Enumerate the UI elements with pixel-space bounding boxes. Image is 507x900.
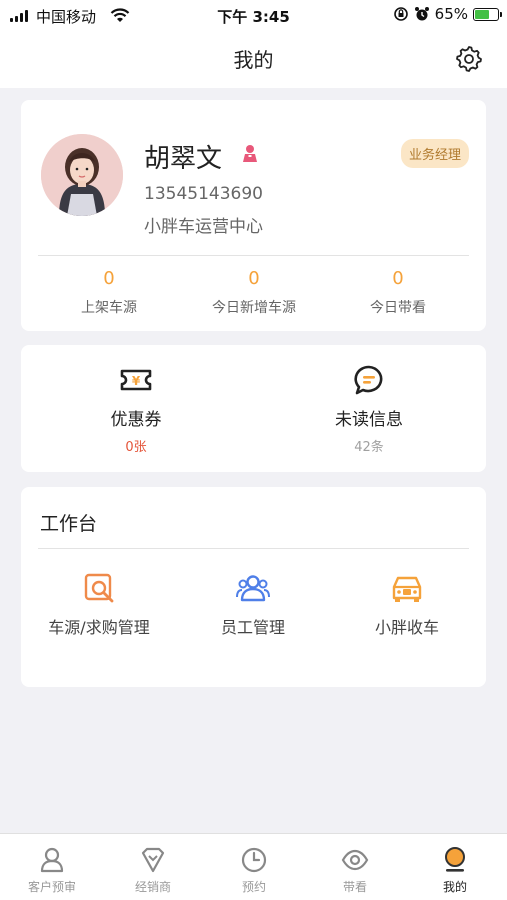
stat-value: 0 [248,268,260,289]
tool-label: 小胖收车 [374,618,439,637]
tab-label: 客户预审 [27,880,76,894]
stat-new-cars-today[interactable]: 0 今日新增车源 [179,268,329,317]
divider [38,255,469,256]
user-name: 胡翠文 [144,144,223,174]
stat-label: 今日带看 [370,300,426,316]
profile-card: 胡翠文 业务经理 13545143690 小胖车运营中心 0 上架车源 0 今日… [21,100,486,331]
divider [38,548,469,549]
user-phone: 13545143690 [144,184,263,204]
unread-label: 未读信息 [335,410,403,430]
orientation-lock-icon [393,7,408,21]
coupon-label: 优惠券 [110,410,162,430]
stat-value: 0 [103,268,115,289]
car-source-management-button[interactable]: 车源/求购管理 [19,571,179,638]
dealer-icon [141,847,165,873]
tab-appointment[interactable]: 预约 [204,846,304,895]
female-gender-icon [243,145,257,162]
coupon-count: 0张 [125,440,147,455]
tab-label: 预约 [241,880,266,894]
tool-label: 车源/求购管理 [48,618,150,637]
avatar[interactable] [41,134,123,216]
clock-icon [241,847,267,873]
quick-access-card: ¥ 优惠券 0张 未读信息 42条 [21,345,486,472]
tool-label: 员工管理 [220,618,285,637]
nav-bar: 我的 [0,32,507,88]
tab-label: 我的 [442,880,467,894]
car-collect-button[interactable]: 小胖收车 [327,571,487,638]
unread-messages-entry[interactable]: 未读信息 42条 [269,365,469,455]
alarm-icon [414,7,429,21]
workbench-card: 工作台 车源/求购管理 员工管理 小胖收车 [21,487,486,687]
coupon-icon: ¥ [120,369,152,391]
battery-icon [473,7,502,21]
me-icon [445,847,465,872]
tab-customer-precheck[interactable]: 客户预审 [2,846,102,895]
coupon-entry[interactable]: ¥ 优惠券 0张 [36,365,236,455]
svg-text:¥: ¥ [132,374,141,388]
tab-viewing[interactable]: 带看 [305,846,405,895]
battery-percent: 65% [434,5,468,23]
stat-label: 今日新增车源 [212,300,296,316]
tab-me[interactable]: 我的 [405,846,505,895]
tab-label: 带看 [342,880,367,894]
gear-icon[interactable] [455,44,483,72]
car-collect-icon [392,576,422,602]
staff-management-button[interactable]: 员工管理 [173,571,333,638]
stat-label: 上架车源 [81,300,137,316]
customer-icon [40,847,64,873]
staff-icon [236,575,270,602]
tab-label: 经销商 [134,880,171,894]
tab-bar: 客户预审 经销商 预约 带看 我的 [0,833,507,900]
page-title: 我的 [233,48,274,72]
role-badge: 业务经理 [400,139,469,168]
message-bubble-icon [354,365,383,395]
eye-icon [341,849,369,871]
status-bar: 中国移动 下午 3:45 65% [0,0,507,32]
stat-viewings-today[interactable]: 0 今日带看 [323,268,473,317]
unread-count: 42条 [354,440,384,455]
stat-listed-cars[interactable]: 0 上架车源 [34,268,184,317]
stat-value: 0 [392,268,404,289]
workbench-title: 工作台 [40,513,98,535]
tab-dealer[interactable]: 经销商 [103,846,203,895]
user-org: 小胖车运营中心 [144,217,263,237]
car-source-search-icon [84,573,114,603]
